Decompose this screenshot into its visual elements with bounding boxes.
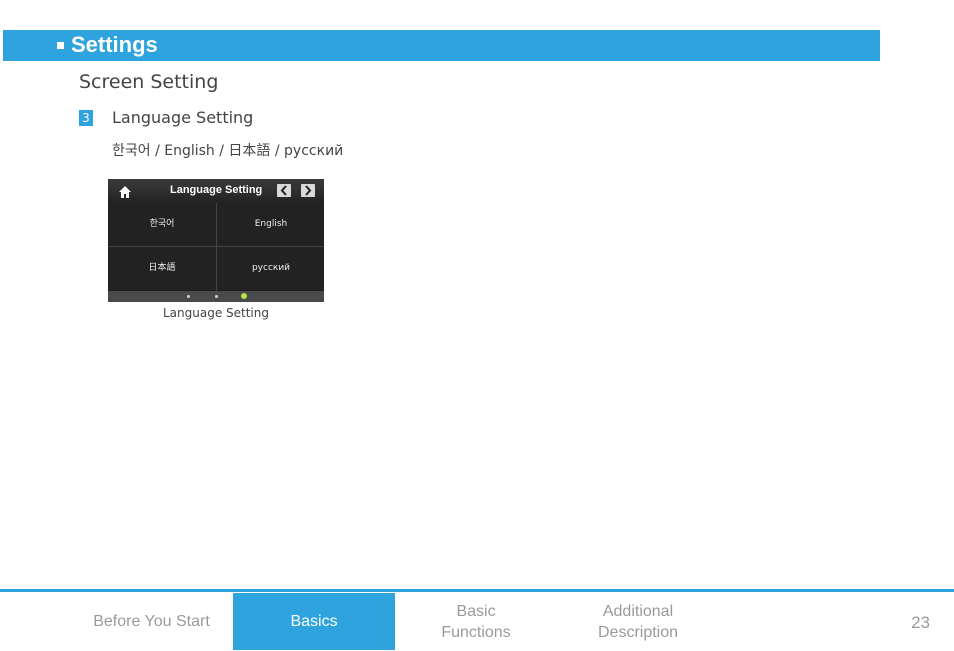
language-option-korean[interactable]: 한국어 (108, 203, 216, 246)
item-number-badge: 3 (79, 110, 93, 126)
home-icon[interactable] (118, 184, 132, 198)
page-dot[interactable] (187, 295, 190, 298)
page-dot[interactable] (215, 295, 218, 298)
footer-divider (0, 589, 954, 592)
tab-label: Basics (290, 613, 338, 630)
tab-label: Basic Functions (441, 602, 511, 641)
tab-additional-description[interactable]: Additional Description (557, 593, 719, 650)
device-screen: Language Setting 한국어 English 日本語 русский (108, 179, 324, 302)
tab-basic-functions[interactable]: Basic Functions (395, 593, 557, 650)
chevron-left-icon[interactable] (277, 184, 291, 197)
language-options-text: 한국어 / English / 日本語 / русский (112, 143, 344, 159)
tab-label: Additional Description (597, 602, 679, 641)
header-title: Settings (71, 32, 158, 57)
tab-before-you-start[interactable]: Before You Start (70, 593, 233, 650)
page-indicator-bar (108, 291, 324, 302)
page-number: 23 (911, 613, 930, 632)
chevron-right-icon[interactable] (301, 184, 315, 197)
tab-basics[interactable]: Basics (233, 593, 395, 650)
language-option-english[interactable]: English (217, 203, 324, 246)
section-header-bar: Settings (3, 30, 880, 61)
device-title: Language Setting (170, 184, 263, 196)
item-title: Language Setting (112, 108, 254, 127)
tab-label: Before You Start (93, 613, 210, 630)
device-top-bar: Language Setting (108, 179, 324, 203)
grid-divider (108, 246, 324, 247)
figure-caption: Language Setting (162, 306, 269, 320)
page-dot-active[interactable] (241, 293, 247, 299)
bullet-icon (57, 42, 64, 49)
section-title: Screen Setting (79, 71, 219, 93)
language-option-russian[interactable]: русский (217, 247, 324, 290)
grid-divider (216, 203, 217, 291)
language-option-japanese[interactable]: 日本語 (108, 247, 216, 290)
